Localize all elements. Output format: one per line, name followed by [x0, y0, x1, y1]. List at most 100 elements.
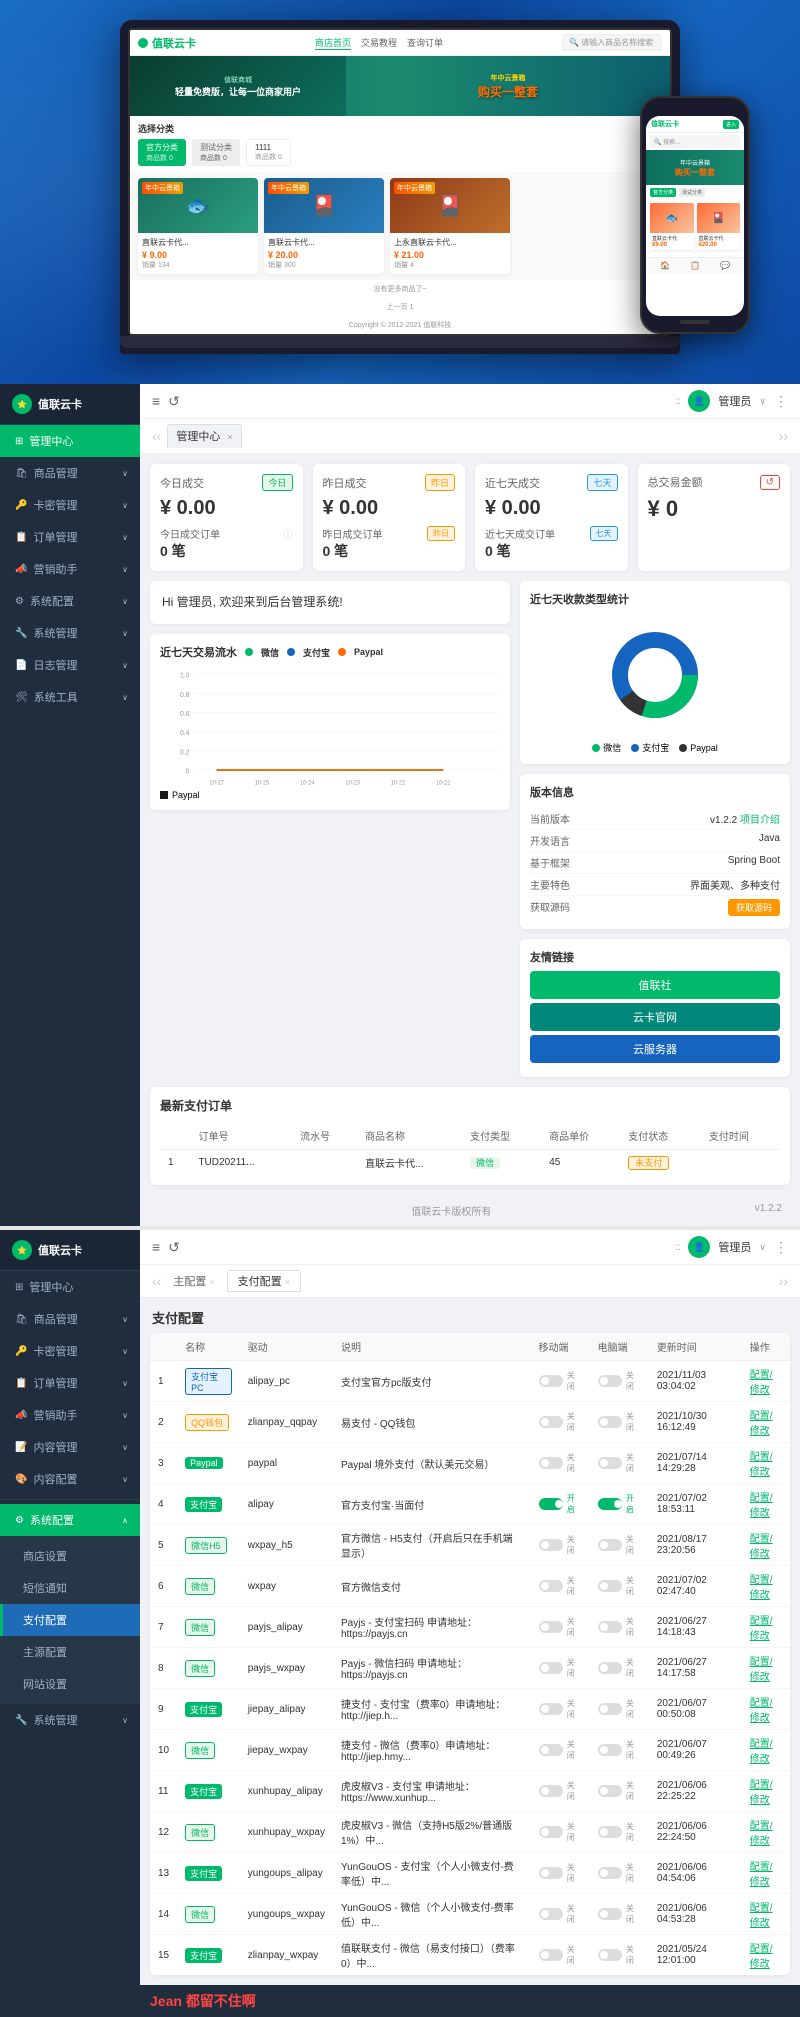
pay-pc-toggle-5[interactable] [598, 1539, 622, 1551]
version-source-btn[interactable]: 获取源码 [728, 899, 780, 916]
stat-sub-badge-yesterday[interactable]: 昨日 [427, 526, 455, 541]
sidebar-item-dashboard-b[interactable]: ⊞ 管理中心 [0, 1271, 140, 1303]
sidebar-item-marketing[interactable]: 📣 营销助手 ∨ [0, 553, 140, 585]
pay-op-9[interactable]: 配置/修改 [750, 1698, 773, 1724]
sidebar-item-marketing-b[interactable]: 📣 营销助手 ∨ [0, 1399, 140, 1431]
pay-mobile-toggle-7[interactable] [539, 1621, 563, 1633]
pay-op-8[interactable]: 配置/修改 [750, 1657, 773, 1683]
sidebar-item-shop-settings[interactable]: 商店设置 [0, 1540, 140, 1572]
stat-badge-today[interactable]: 今日 [262, 474, 292, 491]
pay-pc-toggle-7[interactable] [598, 1621, 622, 1633]
store-search[interactable]: 🔍 请输入商品名称搜索 [562, 34, 662, 51]
pay-pc-toggle-10[interactable] [598, 1744, 622, 1756]
sidebar-item-pay-config[interactable]: 支付配置 [0, 1604, 140, 1636]
pay-op-14[interactable]: 配置/修改 [750, 1903, 773, 1929]
pay-op-11[interactable]: 配置/修改 [750, 1780, 773, 1806]
friend-link-zhilian[interactable]: 值联社 [530, 971, 780, 999]
phone-product-1[interactable]: 🐟 直联云卡代 ¥9.00 [650, 203, 694, 250]
pay-mobile-toggle-9[interactable] [539, 1703, 563, 1715]
sidebar-item-sysmgmt-b[interactable]: 🔧 系统管理 ∨ [0, 1704, 140, 1736]
sidebar-item-cards[interactable]: 🔑 卡密管理 ∨ [0, 489, 140, 521]
menu-toggle-icon-b[interactable]: ≡ [152, 1239, 160, 1255]
pay-mobile-toggle-12[interactable] [539, 1826, 563, 1838]
pay-pc-toggle-1[interactable] [598, 1375, 622, 1387]
phone-product-2[interactable]: 🎴 直联云卡代 ¥20.00 [697, 203, 741, 250]
phone-cat-2[interactable]: 测试分类 [679, 188, 705, 197]
stat-badge-refresh[interactable]: ↺ [760, 475, 780, 490]
pay-mobile-toggle-14[interactable] [539, 1908, 563, 1920]
pay-mobile-toggle-13[interactable] [539, 1867, 563, 1879]
pay-mobile-toggle-8[interactable] [539, 1662, 563, 1674]
friend-link-yunka[interactable]: 云卡官网 [530, 1003, 780, 1031]
pay-pc-toggle-6[interactable] [598, 1580, 622, 1592]
pay-op-7[interactable]: 配置/修改 [750, 1616, 773, 1642]
pay-op-3[interactable]: 配置/修改 [750, 1452, 773, 1478]
phone-store-search[interactable]: 🔍 搜索... [650, 135, 740, 148]
sidebar-item-dashboard[interactable]: ⊞ 管理中心 [0, 425, 140, 457]
cat-btn-primary[interactable]: 官方分类商品数 0 [138, 139, 186, 166]
sidebar-item-orders[interactable]: 📋 订单管理 ∨ [0, 521, 140, 553]
pay-mobile-toggle-1[interactable] [539, 1375, 563, 1387]
stat-sub-badge-week[interactable]: 七天 [590, 526, 618, 541]
pay-pc-toggle-15[interactable] [598, 1949, 622, 1961]
pay-pc-toggle-8[interactable] [598, 1662, 622, 1674]
pay-op-12[interactable]: 配置/修改 [750, 1821, 773, 1847]
menu-toggle-icon[interactable]: ≡ [152, 393, 160, 409]
sidebar-item-logs[interactable]: 📄 日志管理 ∨ [0, 649, 140, 681]
sidebar-item-sysconfig-b[interactable]: ⚙ 系统配置 ∧ [0, 1504, 140, 1536]
pay-mobile-toggle-11[interactable] [539, 1785, 563, 1797]
sidebar-item-products[interactable]: 🛍 商品管理 ∨ [0, 457, 140, 489]
sidebar-item-systools[interactable]: 🛠 系统工具 ∨ [0, 681, 140, 713]
pay-mobile-toggle-3[interactable] [539, 1457, 563, 1469]
friend-link-yunserver[interactable]: 云服务器 [530, 1035, 780, 1063]
pay-op-15[interactable]: 配置/修改 [750, 1944, 773, 1970]
expand-icon-b[interactable]: :: [675, 1242, 681, 1253]
pay-mobile-toggle-2[interactable] [539, 1416, 563, 1428]
sidebar-item-template-b[interactable]: 🎨 内容配置 ∨ [0, 1463, 140, 1495]
pay-pc-toggle-9[interactable] [598, 1703, 622, 1715]
expand-icon[interactable]: :: [675, 396, 681, 407]
product-card-3[interactable]: 年中云景箱 🎴 上永直联云卡代... ¥ 21.00 销量 4 [390, 178, 510, 274]
tab-pay-config[interactable]: 支付配置 × [227, 1270, 301, 1292]
nav-left-arrow[interactable]: ‹‹ [152, 1273, 161, 1289]
admin-dropdown-icon-b[interactable]: ∨ [759, 1242, 766, 1253]
sidebar-item-main-config[interactable]: 主源配置 [0, 1636, 140, 1668]
pay-pc-toggle-13[interactable] [598, 1867, 622, 1879]
sidebar-item-cards-b[interactable]: 🔑 卡密管理 ∨ [0, 1335, 140, 1367]
pay-pc-toggle-12[interactable] [598, 1826, 622, 1838]
pay-op-2[interactable]: 配置/修改 [750, 1411, 773, 1437]
sidebar-item-sysmgmt[interactable]: 🔧 系统管理 ∨ [0, 617, 140, 649]
pay-pc-toggle-2[interactable] [598, 1416, 622, 1428]
pay-mobile-toggle-5[interactable] [539, 1539, 563, 1551]
phone-cat-1[interactable]: 官方分类 [650, 188, 676, 197]
pay-mobile-toggle-10[interactable] [539, 1744, 563, 1756]
stat-badge-week[interactable]: 七天 [587, 474, 617, 491]
nav-right-arrow[interactable]: ›› [779, 1273, 788, 1289]
stat-badge-yesterday[interactable]: 昨日 [425, 474, 455, 491]
sidebar-item-products-b[interactable]: 🛍 商品管理 ∨ [0, 1303, 140, 1335]
tab-main-config[interactable]: 主配置 × [165, 1271, 222, 1291]
product-card-2[interactable]: 年中云景箱 🎴 直联云卡代... ¥ 20.00 销量 300 [264, 178, 384, 274]
pay-pc-toggle-11[interactable] [598, 1785, 622, 1797]
sidebar-item-sms-notify[interactable]: 短信通知 [0, 1572, 140, 1604]
pay-op-4[interactable]: 配置/修改 [750, 1493, 773, 1519]
breadcrumb-tab-dashboard[interactable]: 管理中心 × [167, 424, 241, 448]
nav-item-3[interactable]: 查询订单 [407, 36, 443, 50]
nav-item-2[interactable]: 交易教程 [361, 36, 397, 50]
admin-menu-icon-b[interactable]: ⋮ [774, 1239, 788, 1256]
sidebar-item-content-b[interactable]: 📝 内容管理 ∨ [0, 1431, 140, 1463]
pay-op-10[interactable]: 配置/修改 [750, 1739, 773, 1765]
refresh-icon-b[interactable]: ↺ [168, 1239, 180, 1256]
phone-store-btn[interactable]: 进入 [723, 120, 739, 129]
pay-mobile-toggle-6[interactable] [539, 1580, 563, 1592]
pay-op-5[interactable]: 配置/修改 [750, 1534, 773, 1560]
admin-menu-icon[interactable]: ⋮ [774, 393, 788, 410]
pay-mobile-toggle-4[interactable] [539, 1498, 563, 1510]
admin-dropdown-icon[interactable]: ∨ [759, 396, 766, 407]
tab-close-icon[interactable]: × [227, 432, 232, 442]
sidebar-item-orders-b[interactable]: 📋 订单管理 ∨ [0, 1367, 140, 1399]
sidebar-item-site-settings[interactable]: 网站设置 [0, 1668, 140, 1700]
pay-op-6[interactable]: 配置/修改 [750, 1575, 773, 1601]
pay-mobile-toggle-15[interactable] [539, 1949, 563, 1961]
pay-op-1[interactable]: 配置/修改 [750, 1370, 773, 1396]
